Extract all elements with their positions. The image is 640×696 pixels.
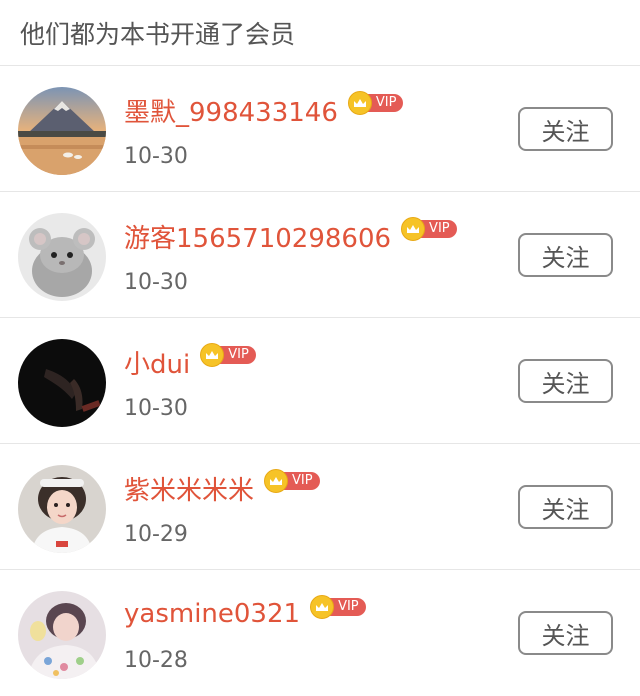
join-date: 10-30 (124, 270, 188, 295)
crown-icon (264, 469, 289, 493)
list-item[interactable]: 游客1565710298606 VIP 10-30 关注 (0, 192, 640, 318)
page-title: 他们都为本书开通了会员 (20, 19, 296, 49)
landscape-avatar-icon[interactable] (18, 87, 106, 175)
member-name[interactable]: yasmine0321 (124, 599, 300, 629)
vip-badge: VIP (264, 469, 320, 493)
list-item[interactable]: 小dui VIP 10-30 关注 (0, 318, 640, 444)
girl-avatar-icon[interactable] (18, 465, 106, 553)
crown-icon (347, 91, 372, 115)
member-name[interactable]: 墨默_998433146 (124, 92, 338, 129)
follow-button[interactable]: 关注 (518, 107, 613, 151)
follow-button[interactable]: 关注 (518, 611, 613, 655)
child-avatar-icon[interactable] (18, 591, 106, 679)
dark-hand-avatar-icon[interactable] (18, 339, 106, 427)
list-item[interactable]: 墨默_998433146 VIP 10-30 关注 (0, 66, 640, 192)
vip-badge: VIP (347, 91, 404, 115)
join-date: 10-28 (124, 648, 188, 673)
join-date: 10-29 (124, 522, 188, 547)
chinchilla-avatar-icon[interactable] (18, 213, 106, 301)
crown-icon (310, 595, 335, 619)
vip-badge: VIP (310, 595, 366, 619)
vip-badge: VIP (200, 343, 256, 367)
member-name[interactable]: 紫米米米米 (124, 470, 254, 507)
crown-icon (401, 217, 426, 241)
follow-button[interactable]: 关注 (518, 359, 613, 403)
member-name[interactable]: 小dui (124, 344, 190, 381)
member-list: 墨默_998433146 VIP 10-30 关注 游客156571029860… (0, 66, 640, 696)
list-item[interactable]: yasmine0321 VIP 10-28 关注 (0, 570, 640, 696)
page-header: 他们都为本书开通了会员 (0, 0, 640, 66)
vip-badge: VIP (401, 217, 457, 241)
join-date: 10-30 (124, 396, 188, 421)
member-name[interactable]: 游客1565710298606 (124, 218, 391, 255)
follow-button[interactable]: 关注 (518, 233, 613, 277)
join-date: 10-30 (124, 144, 188, 169)
follow-button[interactable]: 关注 (518, 485, 613, 529)
list-item[interactable]: 紫米米米米 VIP 10-29 关注 (0, 444, 640, 570)
